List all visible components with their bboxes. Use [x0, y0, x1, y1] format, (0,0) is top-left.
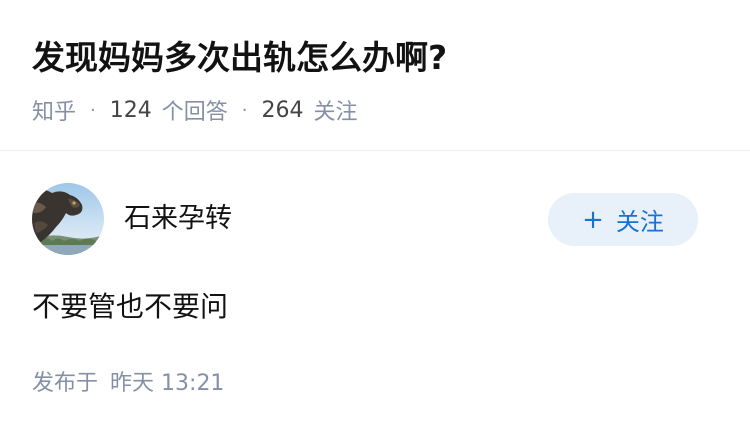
author-name[interactable]: 石来孕转 [124, 200, 232, 238]
followers-label: 关注 [313, 100, 358, 125]
source-label[interactable]: 知乎 [32, 94, 76, 126]
meta-separator: · [90, 99, 96, 121]
published-label: 发布于 [32, 371, 99, 396]
question-header: 发现妈妈多次出轨怎么办啊? 知乎 · 124 个回答 · 264 关注 [0, 0, 750, 151]
publish-time: 发布于 昨天 13:21 [32, 366, 224, 402]
plus-icon: + [582, 204, 604, 235]
author-avatar[interactable] [32, 183, 104, 255]
answer-content[interactable]: 不要管也不要问 [32, 287, 228, 327]
follow-button-label: 关注 [615, 208, 664, 236]
answers-label: 个回答 [161, 100, 228, 125]
answers-count: 124 [109, 97, 152, 123]
published-day: 昨天 [110, 371, 155, 396]
question-title[interactable]: 发现妈妈多次出轨怎么办啊? [32, 34, 447, 82]
published-clock: 13:21 [161, 371, 225, 396]
followers-count: 264 [261, 97, 304, 123]
meta-separator: · [241, 99, 248, 121]
question-meta: 知乎 · 124 个回答 · 264 关注 [32, 92, 358, 128]
avatar-dragon-statue-icon [32, 183, 104, 255]
follow-button[interactable]: + 关注 [548, 193, 698, 246]
